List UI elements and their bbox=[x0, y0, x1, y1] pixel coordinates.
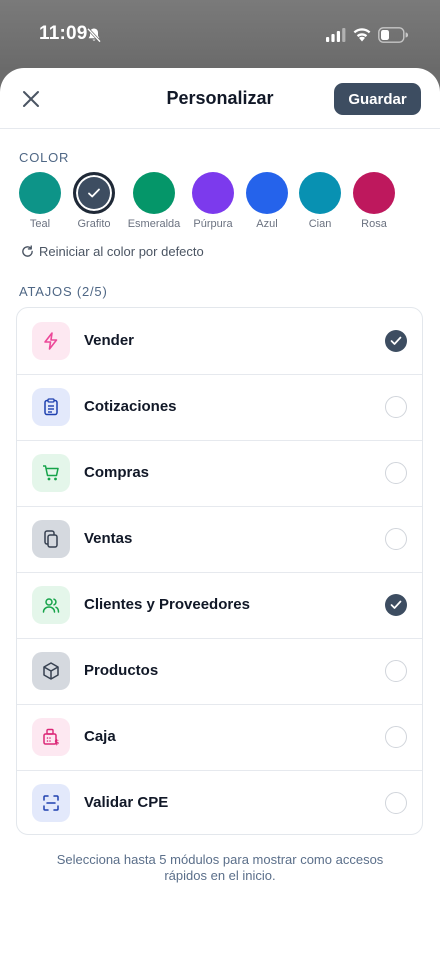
shortcut-label: Ventas bbox=[84, 530, 133, 547]
cellular-signal-icon bbox=[326, 28, 346, 42]
shortcut-icon-tile bbox=[32, 586, 70, 624]
sheet-header: Personalizar Guardar bbox=[0, 68, 440, 129]
shortcut-list: Vender Cotizaciones Compras Ventas Clien… bbox=[16, 307, 423, 835]
shortcut-label: Validar CPE bbox=[84, 794, 169, 811]
color-section-label: COLOR bbox=[19, 150, 70, 165]
swatch-teal[interactable]: Teal bbox=[11, 172, 69, 230]
swatch-purpura[interactable]: Púrpura bbox=[184, 172, 242, 230]
shortcut-checkbox[interactable] bbox=[385, 528, 407, 550]
swatch-grafito-circle bbox=[73, 172, 115, 214]
shortcut-label: Caja bbox=[84, 728, 116, 745]
register-icon: $ bbox=[43, 728, 59, 747]
swatch-label: Púrpura bbox=[193, 218, 233, 230]
swatch-label: Grafito bbox=[77, 218, 111, 230]
swatch-label: Teal bbox=[29, 218, 51, 230]
bolt-icon bbox=[44, 332, 58, 350]
shortcut-checkbox[interactable] bbox=[385, 396, 407, 418]
swatch-label: Cian bbox=[308, 218, 332, 230]
scan-icon bbox=[43, 795, 59, 811]
refresh-icon bbox=[22, 245, 33, 257]
shortcut-checkbox[interactable] bbox=[385, 660, 407, 682]
shortcut-icon-tile bbox=[32, 454, 70, 492]
users-icon bbox=[42, 598, 60, 613]
status-time: 11:09 bbox=[39, 23, 88, 44]
shortcut-item-caja[interactable]: $ Caja bbox=[17, 704, 422, 771]
customize-sheet: Personalizar Guardar COLOR Teal Grafito … bbox=[0, 68, 440, 956]
swatch-grafito[interactable]: Grafito bbox=[65, 172, 123, 230]
shortcut-checkbox[interactable] bbox=[385, 594, 407, 616]
shortcut-item-productos[interactable]: Productos bbox=[17, 638, 422, 705]
shortcut-item-vender[interactable]: Vender bbox=[17, 308, 422, 375]
clipboard-icon bbox=[44, 398, 58, 416]
swatch-rosa[interactable]: Rosa bbox=[345, 172, 403, 230]
swatch-esmeralda-circle bbox=[133, 172, 175, 214]
shortcut-item-validar-cpe[interactable]: Validar CPE bbox=[17, 770, 422, 834]
checkmark-icon bbox=[88, 188, 100, 198]
shortcut-icon-tile bbox=[32, 322, 70, 360]
checkmark-icon bbox=[390, 600, 402, 609]
checkmark-icon bbox=[390, 336, 402, 345]
swatch-cian-circle bbox=[299, 172, 341, 214]
color-swatch-row: Teal Grafito Esmeralda Púrpura Azul Cian bbox=[19, 172, 419, 236]
shortcut-checkbox[interactable] bbox=[385, 462, 407, 484]
shortcut-label: Vender bbox=[84, 332, 135, 349]
bell-muted-icon bbox=[86, 27, 102, 43]
status-bar: 11:09 bbox=[0, 0, 440, 70]
shortcut-icon-tile bbox=[32, 652, 70, 690]
shortcut-item-ventas[interactable]: Ventas bbox=[17, 506, 422, 573]
shortcut-icon-tile: $ bbox=[32, 718, 70, 756]
shortcut-item-compras[interactable]: Compras bbox=[17, 440, 422, 507]
svg-text:$: $ bbox=[54, 739, 59, 747]
shortcut-label: Productos bbox=[84, 662, 159, 679]
reset-color-link[interactable]: Reiniciar al color por defecto bbox=[21, 244, 204, 259]
copy-icon bbox=[44, 530, 58, 548]
swatch-azul-circle bbox=[246, 172, 288, 214]
shortcut-checkbox[interactable] bbox=[385, 792, 407, 814]
shortcuts-section-label: ATAJOS (2/5) bbox=[19, 284, 108, 299]
swatch-esmeralda[interactable]: Esmeralda bbox=[125, 172, 183, 230]
shortcut-item-clientes-proveedores[interactable]: Clientes y Proveedores bbox=[17, 572, 422, 639]
swatch-label: Esmeralda bbox=[127, 218, 181, 230]
shortcut-label: Clientes y Proveedores bbox=[84, 596, 250, 613]
swatch-rosa-circle bbox=[353, 172, 395, 214]
shortcut-checkbox[interactable] bbox=[385, 726, 407, 748]
shortcut-item-cotizaciones[interactable]: Cotizaciones bbox=[17, 374, 422, 441]
shortcut-label: Cotizaciones bbox=[84, 398, 177, 415]
battery-icon bbox=[378, 27, 408, 43]
box-icon bbox=[43, 662, 59, 680]
shortcut-label: Compras bbox=[84, 464, 150, 481]
shortcut-icon-tile bbox=[32, 388, 70, 426]
shortcut-icon-tile bbox=[32, 784, 70, 822]
shortcut-checkbox[interactable] bbox=[385, 330, 407, 352]
footer-hint: Selecciona hasta 5 módulos para mostrar … bbox=[56, 852, 384, 883]
reset-color-label: Reiniciar al color por defecto bbox=[39, 244, 204, 259]
swatch-azul[interactable]: Azul bbox=[238, 172, 296, 230]
save-button[interactable]: Guardar bbox=[334, 83, 421, 115]
swatch-label: Azul bbox=[256, 218, 278, 230]
swatch-cian[interactable]: Cian bbox=[291, 172, 349, 230]
wifi-icon bbox=[353, 28, 371, 42]
swatch-teal-circle bbox=[19, 172, 61, 214]
swatch-purpura-circle bbox=[192, 172, 234, 214]
swatch-label: Rosa bbox=[361, 218, 387, 230]
cart-icon bbox=[43, 465, 59, 481]
shortcut-icon-tile bbox=[32, 520, 70, 558]
